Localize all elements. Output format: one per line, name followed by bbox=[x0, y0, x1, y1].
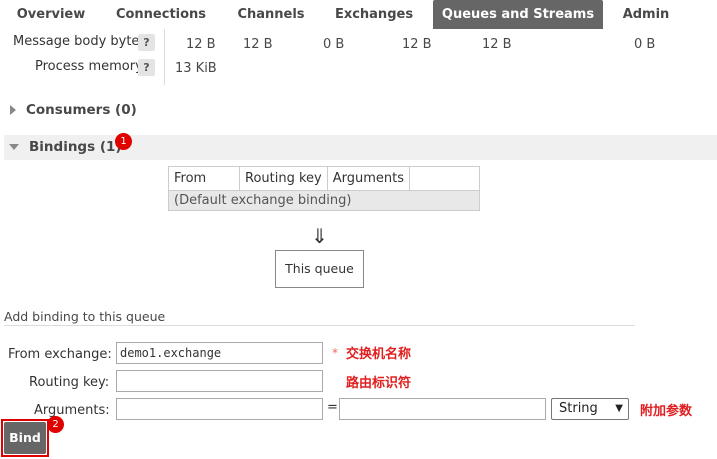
annotation-exchange-name: 交换机名称 bbox=[346, 347, 412, 362]
routing-key-label: Routing key: bbox=[29, 375, 110, 390]
column-header-routing-key: Routing key bbox=[239, 166, 328, 191]
argument-value-input[interactable] bbox=[339, 398, 546, 420]
tab-overview[interactable]: Overview bbox=[8, 0, 94, 29]
annotation-routing-key: 路由标识符 bbox=[346, 376, 412, 391]
bindings-table: From Routing key Arguments (Default exch… bbox=[167, 166, 481, 211]
this-queue-box: This queue bbox=[275, 250, 364, 288]
stat-value: 12 B bbox=[243, 37, 273, 52]
tab-queues-and-streams[interactable]: Queues and Streams bbox=[433, 0, 603, 29]
required-mark: * bbox=[332, 346, 338, 360]
argument-type-value: String bbox=[559, 401, 598, 416]
stat-value: 0 B bbox=[634, 37, 656, 52]
chevron-down-icon: ▼ bbox=[615, 403, 623, 414]
stats-divider bbox=[164, 29, 165, 85]
triangle-right-icon bbox=[10, 105, 16, 115]
equals-sign: = bbox=[327, 400, 338, 415]
stat-value: 12 B bbox=[186, 37, 216, 52]
annotation-extra-args: 附加参数 bbox=[640, 404, 693, 419]
bindings-section-header[interactable]: Bindings (1) bbox=[4, 135, 717, 160]
message-body-bytes-label: Message body bytes bbox=[13, 34, 147, 49]
tab-channels[interactable]: Channels bbox=[228, 0, 314, 29]
table-row: (Default exchange binding) bbox=[167, 190, 481, 211]
routing-key-input[interactable] bbox=[116, 370, 323, 392]
column-header-arguments: Arguments bbox=[326, 166, 411, 191]
help-icon[interactable]: ? bbox=[138, 59, 155, 76]
annotation-badge-1: 1 bbox=[115, 133, 132, 150]
argument-key-input[interactable] bbox=[116, 398, 323, 420]
annotation-badge-2: 2 bbox=[47, 416, 64, 433]
stat-value: 12 B bbox=[482, 37, 512, 52]
tab-admin[interactable]: Admin bbox=[613, 0, 679, 29]
tab-connections[interactable]: Connections bbox=[108, 0, 214, 29]
from-exchange-input[interactable]: demo1.exchange bbox=[116, 342, 323, 364]
column-header-from: From bbox=[168, 166, 240, 191]
process-memory-value: 13 KiB bbox=[175, 61, 217, 76]
bind-button[interactable]: Bind bbox=[4, 422, 46, 454]
from-exchange-label: From exchange: bbox=[8, 347, 112, 362]
consumers-section-header[interactable]: Consumers (0) bbox=[4, 98, 137, 123]
process-memory-label: Process memory bbox=[35, 59, 143, 74]
help-icon[interactable]: ? bbox=[138, 34, 155, 51]
stat-value: 0 B bbox=[323, 37, 345, 52]
tab-exchanges[interactable]: Exchanges bbox=[328, 0, 420, 29]
column-header-actions bbox=[409, 166, 481, 191]
table-header-row: From Routing key Arguments bbox=[168, 166, 481, 191]
stat-value: 12 B bbox=[402, 37, 432, 52]
consumers-label: Consumers (0) bbox=[26, 102, 137, 118]
argument-type-select[interactable]: String ▼ bbox=[551, 398, 629, 420]
arguments-label: Arguments: bbox=[34, 403, 110, 418]
nav-tabs: Overview Connections Channels Exchanges … bbox=[0, 0, 717, 29]
triangle-down-icon bbox=[9, 144, 19, 150]
default-exchange-binding-cell: (Default exchange binding) bbox=[167, 190, 481, 211]
bindings-label: Bindings (1) bbox=[29, 139, 122, 155]
form-divider bbox=[4, 325, 635, 326]
down-arrow-icon: ⇓ bbox=[311, 224, 328, 248]
add-binding-title: Add binding to this queue bbox=[4, 309, 166, 324]
